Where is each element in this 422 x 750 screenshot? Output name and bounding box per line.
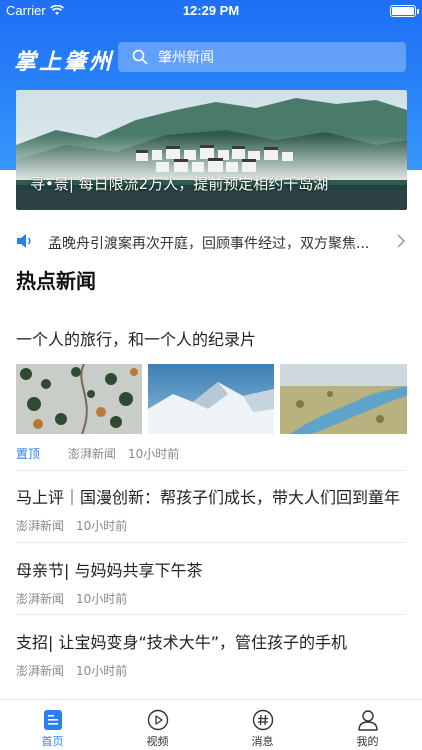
pinned-tag: 置顶 <box>16 447 41 461</box>
search-placeholder: 肇州新闻 <box>158 50 214 66</box>
speaker-icon <box>17 234 31 248</box>
article-time: 10小时前 <box>76 664 128 678</box>
article-title[interactable]: 马上评｜国漫创新：帮孩子们成长，带大人们回到童年 <box>16 484 400 508</box>
tab-bar: 首页 视频 消息 我的 <box>0 699 422 750</box>
section-title: 热点新闻 <box>16 269 96 293</box>
article-time: 10小时前 <box>76 519 128 533</box>
article-source: 澎湃新闻 <box>16 519 65 533</box>
article-source: 澎湃新闻 <box>16 592 65 606</box>
article-meta: 澎湃新闻 10小时前 <box>16 662 127 679</box>
status-bar: Carrier 12:29 PM <box>0 0 422 22</box>
tab-label: 消息 <box>251 735 274 748</box>
thumbnail-image <box>16 364 142 434</box>
article-title[interactable]: 支招| 让宝妈变身“技术大牛”，管住孩子的手机 <box>16 629 347 653</box>
search-input[interactable]: 肇州新闻 <box>118 42 406 72</box>
tab-profile[interactable]: 我的 <box>315 700 420 750</box>
article-title[interactable]: 一个人的旅行，和一个人的纪录片 <box>16 326 256 350</box>
search-icon <box>132 49 148 65</box>
battery-icon <box>390 5 419 17</box>
app-logo: 掌上肇州 <box>14 49 115 75</box>
divider <box>16 470 406 471</box>
article-time: 10小时前 <box>76 592 128 606</box>
tab-home[interactable]: 首页 <box>0 700 105 750</box>
divider <box>16 614 406 615</box>
article-meta: 澎湃新闻 10小时前 <box>16 517 127 534</box>
message-icon <box>252 709 274 731</box>
profile-icon <box>358 710 378 731</box>
article-meta: 置顶 澎湃新闻 10小时前 <box>16 445 179 462</box>
status-time: 12:29 PM <box>182 3 240 18</box>
home-icon <box>44 710 62 730</box>
article-meta: 澎湃新闻 10小时前 <box>16 590 127 607</box>
banner-carousel[interactable]: 寻•景| 每日限流2万人，提前预定相约千岛湖 <box>16 90 407 210</box>
article-source: 澎湃新闻 <box>68 447 117 461</box>
tab-video[interactable]: 视频 <box>105 700 210 750</box>
notice-bar[interactable]: 孟晚舟引渡案再次开庭，回顾事件经过，双方聚焦... <box>0 226 422 256</box>
tab-label: 首页 <box>41 735 64 748</box>
play-icon <box>147 709 169 731</box>
article-thumbnails[interactable] <box>16 364 407 434</box>
article-source: 澎湃新闻 <box>16 664 65 678</box>
notice-text: 孟晚舟引渡案再次开庭，回顾事件经过，双方聚焦... <box>48 236 370 252</box>
article-title[interactable]: 母亲节| 与妈妈共享下午茶 <box>16 557 202 581</box>
banner-caption: 寻•景| 每日限流2万人，提前预定相约千岛湖 <box>30 175 329 193</box>
divider <box>16 542 406 543</box>
thumbnail-image <box>280 364 407 434</box>
article-time: 10小时前 <box>128 447 180 461</box>
tab-label: 我的 <box>356 735 379 748</box>
chevron-right-icon <box>397 234 406 248</box>
tab-messages[interactable]: 消息 <box>210 700 315 750</box>
tab-label: 视频 <box>146 735 169 748</box>
thumbnail-image <box>148 364 274 434</box>
